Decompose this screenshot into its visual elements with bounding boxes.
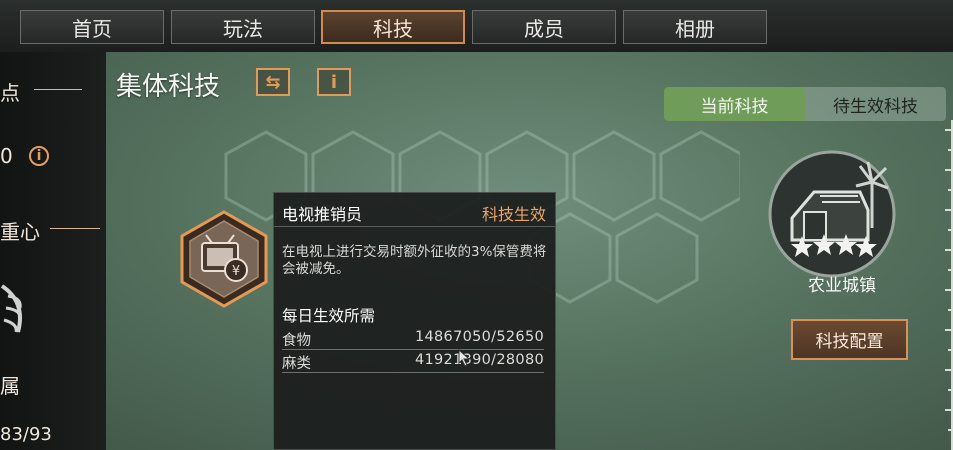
requirement-name: 麻类 — [282, 356, 311, 372]
mouse-cursor-icon — [458, 349, 471, 367]
info-icon[interactable]: i — [29, 146, 49, 166]
requirements-title: 每日生效所需 — [282, 307, 376, 325]
tech-status: 科技生效 — [481, 205, 546, 224]
left-panel-label-1: 点 — [0, 81, 20, 105]
tech-name: 电视推销员 — [282, 205, 363, 224]
tech-config-button[interactable]: 科技配置 — [791, 319, 908, 360]
info-icon[interactable]: i — [317, 68, 351, 96]
requirement-row: 食物 14867050/52650 — [282, 327, 544, 350]
divider — [274, 226, 555, 227]
left-panel-value: 0 — [0, 144, 13, 168]
requirement-value: 41921390/28080 — [414, 352, 544, 368]
left-panel-label-3: 属 — [0, 374, 20, 398]
left-panel-label-2: 重心 — [0, 220, 40, 244]
pending-tech-toggle[interactable]: 待生效科技 — [805, 87, 946, 121]
tech-tooltip: 电视推销员 科技生效 在电视上进行交易时额外征收的3%保管费将会被减免。 每日生… — [273, 192, 556, 450]
tab-gameplay[interactable]: 玩法 — [171, 10, 315, 44]
requirement-value: 14867050/52650 — [414, 329, 544, 345]
requirement-name: 食物 — [282, 333, 311, 349]
divider — [34, 89, 82, 90]
tab-album[interactable]: 相册 — [623, 10, 767, 44]
member-count: 83/93 — [0, 424, 52, 445]
top-tab-bar: 首页 玩法 科技 成员 相册 — [0, 0, 953, 52]
current-tech-toggle[interactable]: 当前科技 — [664, 87, 805, 121]
tech-slot[interactable] — [659, 130, 740, 222]
tech-slot[interactable] — [615, 212, 699, 304]
left-side-panel: 点 0 i 重心 属 83/93 — [0, 52, 106, 450]
page-title: 集体科技 — [116, 72, 221, 102]
svg-text:¥: ¥ — [232, 264, 240, 279]
tab-home[interactable]: 首页 — [20, 10, 164, 44]
requirement-row: 麻类 41921390/28080 — [282, 350, 544, 373]
scrollbar-ruler[interactable] — [941, 120, 953, 450]
divider — [50, 228, 100, 229]
swap-icon[interactable]: ⇆ — [256, 68, 290, 96]
tab-technology[interactable]: 科技 — [321, 10, 465, 44]
tech-description: 在电视上进行交易时额外征收的3%保管费将会被减免。 — [282, 244, 547, 277]
tech-slot[interactable] — [572, 130, 656, 222]
tv-salesman-tech-node[interactable]: ¥ — [178, 209, 270, 309]
tab-members[interactable]: 成员 — [472, 10, 616, 44]
laurel-emblem-icon — [0, 284, 22, 333]
town-name: 农业城镇 — [808, 276, 876, 296]
